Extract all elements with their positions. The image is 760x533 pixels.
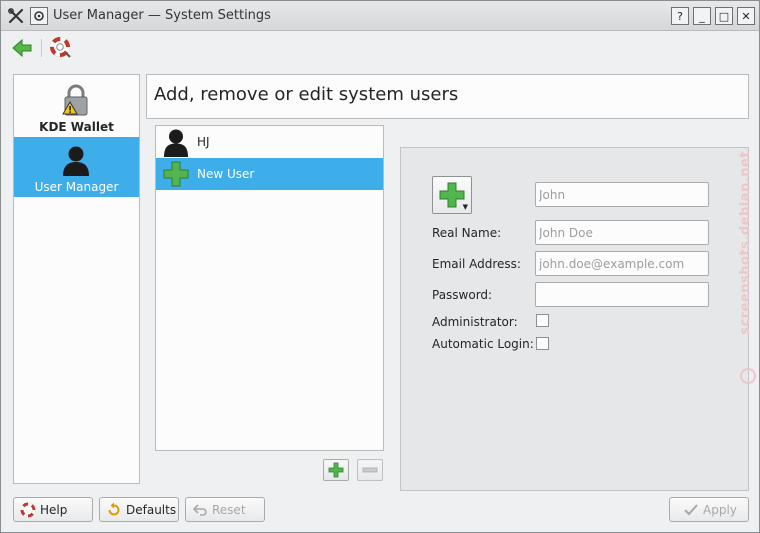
titlebar[interactable]: User Manager — System Settings ? _ □ ✕	[1, 1, 759, 31]
administrator-checkbox[interactable]	[536, 314, 549, 327]
add-user-button[interactable]	[323, 459, 349, 481]
defaults-button[interactable]: Defaults	[99, 497, 179, 522]
page-title: Add, remove or edit system users	[154, 84, 459, 105]
close-button[interactable]: ✕	[737, 7, 755, 25]
plus-icon	[161, 159, 191, 189]
module-header: Add, remove or edit system users	[146, 74, 749, 119]
username-field[interactable]	[535, 182, 709, 207]
help-window-button[interactable]: ?	[671, 7, 689, 25]
help-button[interactable]: Help	[13, 497, 93, 522]
password-field[interactable]	[535, 282, 709, 307]
reset-button-label: Reset	[212, 502, 246, 517]
administrator-label: Administrator:	[432, 315, 518, 329]
toolbar-separator	[41, 39, 42, 57]
watermark-text: screenshots.debian.net	[738, 151, 753, 335]
window-menu-icon[interactable]	[30, 7, 48, 25]
sidebar-item-label: User Manager	[34, 180, 119, 194]
remove-user-button[interactable]	[357, 459, 383, 481]
defaults-button-label: Defaults	[126, 502, 177, 517]
avatar-button[interactable]: ▼	[432, 176, 472, 214]
lifebuoy-icon	[19, 501, 37, 519]
maximize-button[interactable]: □	[715, 7, 733, 25]
email-field[interactable]	[535, 251, 709, 276]
list-item[interactable]: HJ	[156, 126, 383, 158]
undo-arrow-icon	[191, 501, 209, 519]
settings-tools-icon[interactable]	[7, 7, 25, 25]
checkmark-icon	[682, 501, 700, 519]
apply-button-label: Apply	[703, 502, 737, 517]
wallet-lock-icon	[59, 83, 93, 117]
user-details-panel: ▼ Real Name: Email Address: Password: Ad…	[400, 147, 749, 491]
autologin-checkbox[interactable]	[536, 337, 549, 350]
debian-swirl-icon	[740, 368, 756, 384]
user-icon	[161, 127, 191, 157]
lifebuoy-icon[interactable]	[49, 36, 73, 60]
apply-button[interactable]: Apply	[669, 497, 749, 522]
autologin-label: Automatic Login:	[432, 337, 534, 351]
password-label: Password:	[432, 288, 493, 302]
toolbar	[1, 31, 759, 65]
watermark: screenshots.debian.net	[738, 151, 760, 401]
help-button-label: Help	[40, 502, 68, 517]
back-arrow-icon[interactable]	[10, 36, 34, 60]
sidebar-item-user-manager[interactable]: User Manager	[14, 137, 139, 197]
sidebar: KDE Wallet User Manager	[13, 74, 140, 484]
list-item[interactable]: New User	[156, 158, 383, 190]
sidebar-item-kde-wallet[interactable]: KDE Wallet	[14, 77, 139, 137]
user-name: HJ	[197, 135, 210, 149]
minimize-button[interactable]: _	[693, 7, 711, 25]
system-settings-window: User Manager — System Settings ? _ □ ✕ K…	[0, 0, 760, 533]
reset-button[interactable]: Reset	[185, 497, 265, 522]
restore-defaults-icon	[105, 501, 123, 519]
window-title: User Manager — System Settings	[53, 8, 271, 23]
sidebar-item-label: KDE Wallet	[39, 120, 114, 134]
chevron-down-icon: ▼	[462, 203, 468, 211]
user-name: New User	[197, 167, 255, 181]
user-icon	[59, 143, 93, 177]
user-list[interactable]: HJ New User	[155, 125, 384, 451]
realname-label: Real Name:	[432, 226, 502, 240]
email-label: Email Address:	[432, 257, 521, 271]
realname-field[interactable]	[535, 220, 709, 245]
